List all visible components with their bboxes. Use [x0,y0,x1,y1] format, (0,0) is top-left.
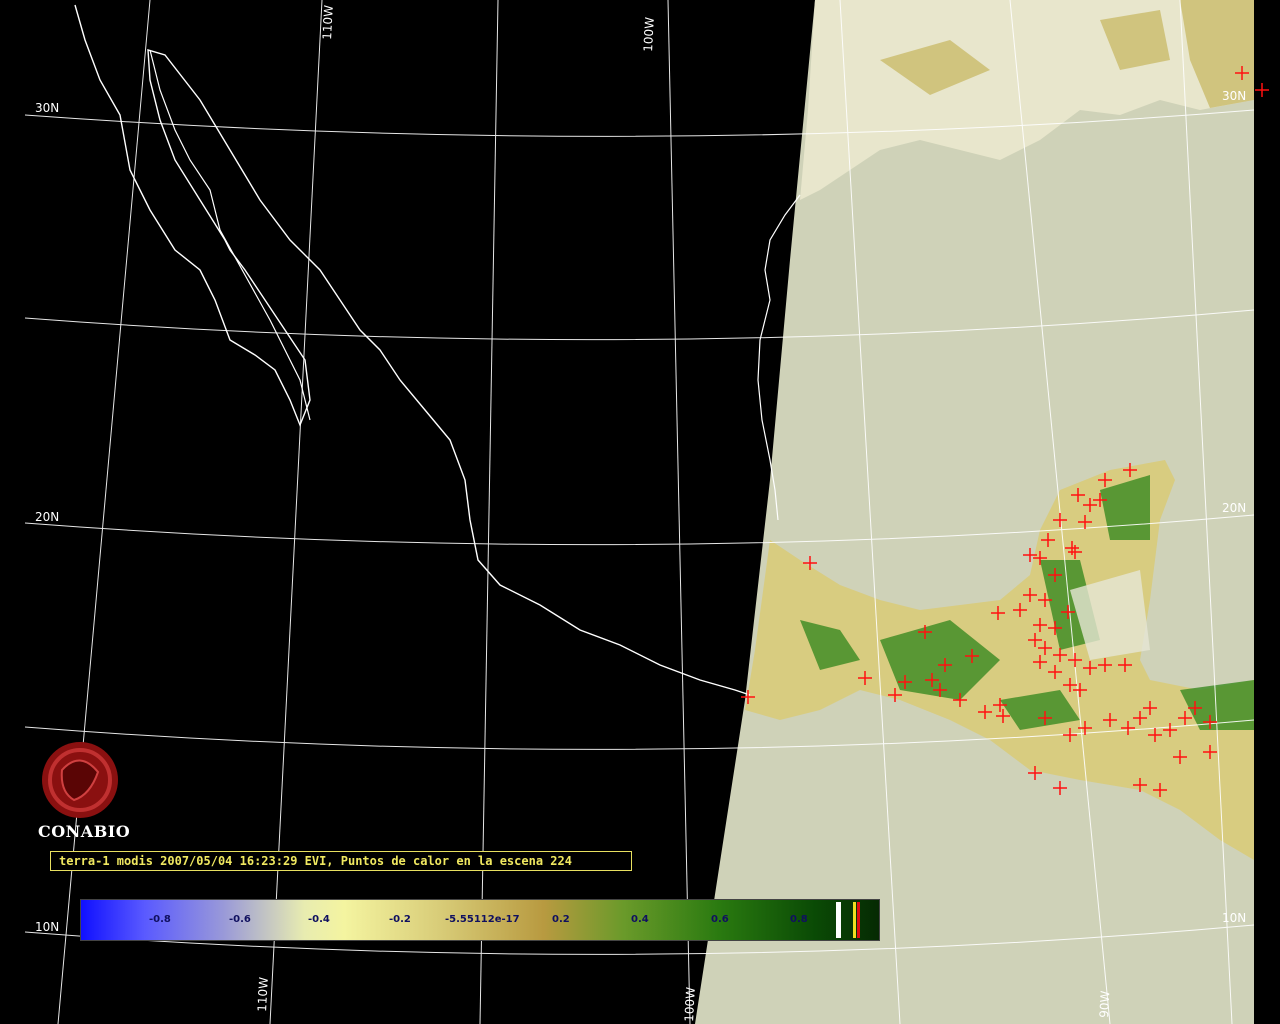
colorbar-tick: 0.8 [790,914,808,925]
colorbar-tick: -0.2 [389,914,411,925]
colorbar-flag-red [857,902,860,938]
lat-label-10n-left: 10N [35,920,59,934]
lon-label-100w-bottom: 100W [682,987,698,1023]
colorbar-tick: -0.8 [149,914,171,925]
colorbar-tick: -0.6 [229,914,251,925]
colorbar-tick: 0.4 [631,914,649,925]
colorbar-tick: 0.2 [552,914,570,925]
colorbar-flag-yellow [853,902,856,938]
colorbar-tick: 0.6 [711,914,729,925]
colorbar-flag-white [836,902,841,938]
colorbar-tick: -5.55112e-17 [445,914,520,925]
lat-label-20n-right: 20N [1222,501,1246,515]
evi-colorbar: -0.8 -0.6 -0.4 -0.2 -5.55112e-17 0.2 0.4… [80,899,880,941]
lat-label-30n-right: 30N [1222,89,1246,103]
logo-text: CONABIO [38,822,131,841]
lon-label-100w-top: 100W [641,17,657,53]
lat-label-30n-left: 30N [35,101,59,115]
colorbar-tick: -0.4 [308,914,330,925]
lon-label-110w-bottom: 110W [255,977,271,1013]
lon-label-110w-top: 110W [320,5,336,41]
lat-label-20n-left: 20N [35,510,59,524]
lon-label-90w-bottom: 90W [1097,990,1112,1018]
lat-label-10n-right: 10N [1222,911,1246,925]
scene-caption: terra-1 modis 2007/05/04 16:23:29 EVI, P… [50,851,632,871]
